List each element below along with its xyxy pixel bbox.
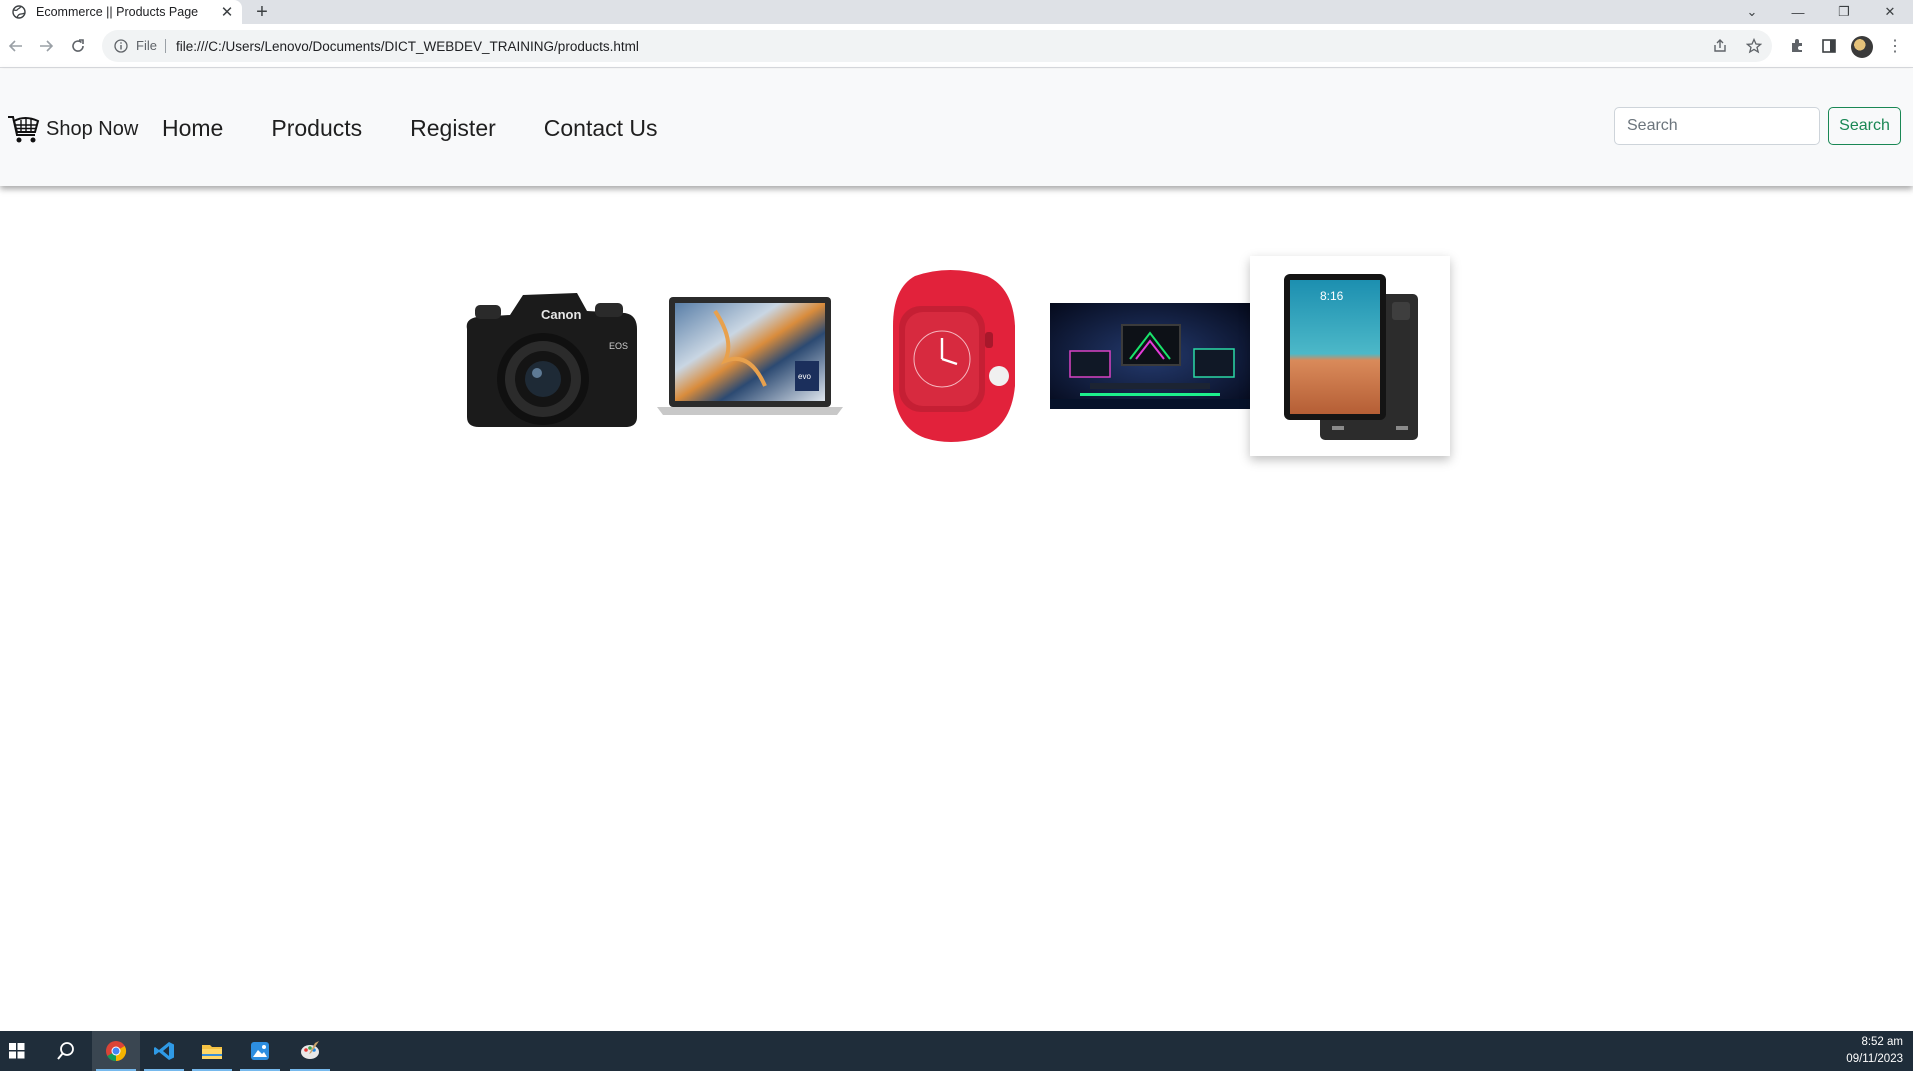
nav-link-home[interactable]: Home <box>162 115 223 142</box>
site-navbar: Shop Now Home Products Register Contact … <box>0 69 1913 186</box>
tab-search-icon[interactable]: ⌄ <box>1729 0 1775 24</box>
scheme-label: File <box>136 39 166 53</box>
back-icon[interactable] <box>4 34 28 58</box>
screen: Ecommerce || Products Page ✕ + ⌄ — ❐ ✕ F… <box>0 0 1913 1071</box>
search-button[interactable]: Search <box>1828 107 1901 145</box>
svg-text:Canon: Canon <box>541 307 582 322</box>
brand-name: Shop Now <box>46 117 139 140</box>
svg-text:evo: evo <box>798 372 811 381</box>
profile-avatar[interactable] <box>1851 36 1873 58</box>
svg-text:8:16: 8:16 <box>1320 289 1344 303</box>
url-text[interactable]: file:///C:/Users/Lenovo/Documents/DICT_W… <box>176 39 639 54</box>
omnibox-actions <box>1710 36 1764 56</box>
bookmark-star-icon[interactable] <box>1744 36 1764 56</box>
close-window-icon[interactable]: ✕ <box>1867 0 1913 24</box>
search-form: Search <box>1614 107 1901 145</box>
clock-time: 8:52 am <box>1861 1036 1903 1048</box>
system-clock[interactable]: 8:52 am 09/11/2023 <box>1846 1034 1903 1068</box>
product-gallery: Canon EOS evo 8:16 <box>450 256 1450 456</box>
info-icon[interactable] <box>112 37 130 55</box>
tablet-image: 8:16 <box>1284 274 1418 440</box>
shopping-cart-icon <box>6 111 42 147</box>
address-bar[interactable]: File file:///C:/Users/Lenovo/Documents/D… <box>102 30 1772 62</box>
chrome-taskbar-icon[interactable] <box>92 1031 140 1071</box>
photos-app-icon[interactable] <box>236 1031 284 1071</box>
windows-start-icon[interactable] <box>0 1031 34 1071</box>
nav-link-products[interactable]: Products <box>271 115 362 142</box>
kebab-menu-icon[interactable]: ⋮ <box>1885 36 1905 56</box>
restore-icon[interactable]: ❐ <box>1821 0 1867 24</box>
minimize-icon[interactable]: — <box>1775 0 1821 24</box>
product-smartwatch[interactable] <box>850 256 1050 456</box>
product-tablet[interactable]: 8:16 <box>1250 256 1450 456</box>
forward-icon[interactable] <box>34 34 58 58</box>
tab-title: Ecommerce || Products Page <box>36 5 199 19</box>
new-tab-icon[interactable]: + <box>250 0 274 24</box>
brand[interactable]: Shop Now <box>6 111 138 147</box>
os-taskbar: 8:52 am 09/11/2023 <box>0 1031 1913 1071</box>
nav-links: Home Products Register Contact Us <box>162 115 658 142</box>
share-icon[interactable] <box>1710 36 1730 56</box>
globe-icon <box>12 5 26 19</box>
browser-toolbar: File file:///C:/Users/Lenovo/Documents/D… <box>0 24 1913 68</box>
extensions-icon[interactable] <box>1787 36 1807 56</box>
svg-text:EOS: EOS <box>609 341 628 351</box>
browser-tab[interactable]: Ecommerce || Products Page ✕ <box>0 0 242 24</box>
file-explorer-icon[interactable] <box>188 1031 236 1071</box>
close-tab-icon[interactable]: ✕ <box>216 1 238 23</box>
clock-date: 09/11/2023 <box>1846 1053 1903 1065</box>
nav-link-register[interactable]: Register <box>410 115 496 142</box>
nav-link-contact-us[interactable]: Contact Us <box>544 115 658 142</box>
window-controls: ⌄ — ❐ ✕ <box>1729 0 1913 24</box>
camera-image: Canon EOS <box>466 293 637 427</box>
paint-app-icon[interactable] <box>286 1031 334 1071</box>
product-camera[interactable]: Canon EOS <box>450 256 650 456</box>
laptop-image: evo <box>657 297 843 415</box>
browser-tab-strip: Ecommerce || Products Page ✕ + ⌄ — ❐ ✕ <box>0 0 1913 24</box>
reload-icon[interactable] <box>66 34 90 58</box>
vscode-taskbar-icon[interactable] <box>140 1031 188 1071</box>
product-laptop[interactable]: evo <box>650 256 850 456</box>
search-input[interactable] <box>1614 107 1820 145</box>
gaming-setup-image <box>1050 303 1250 409</box>
search-icon[interactable] <box>42 1031 90 1071</box>
toolbar-right: ⋮ <box>1787 36 1905 58</box>
product-gaming-setup[interactable] <box>1050 256 1250 456</box>
side-panel-icon[interactable] <box>1819 36 1839 56</box>
watch-image <box>893 270 1015 442</box>
